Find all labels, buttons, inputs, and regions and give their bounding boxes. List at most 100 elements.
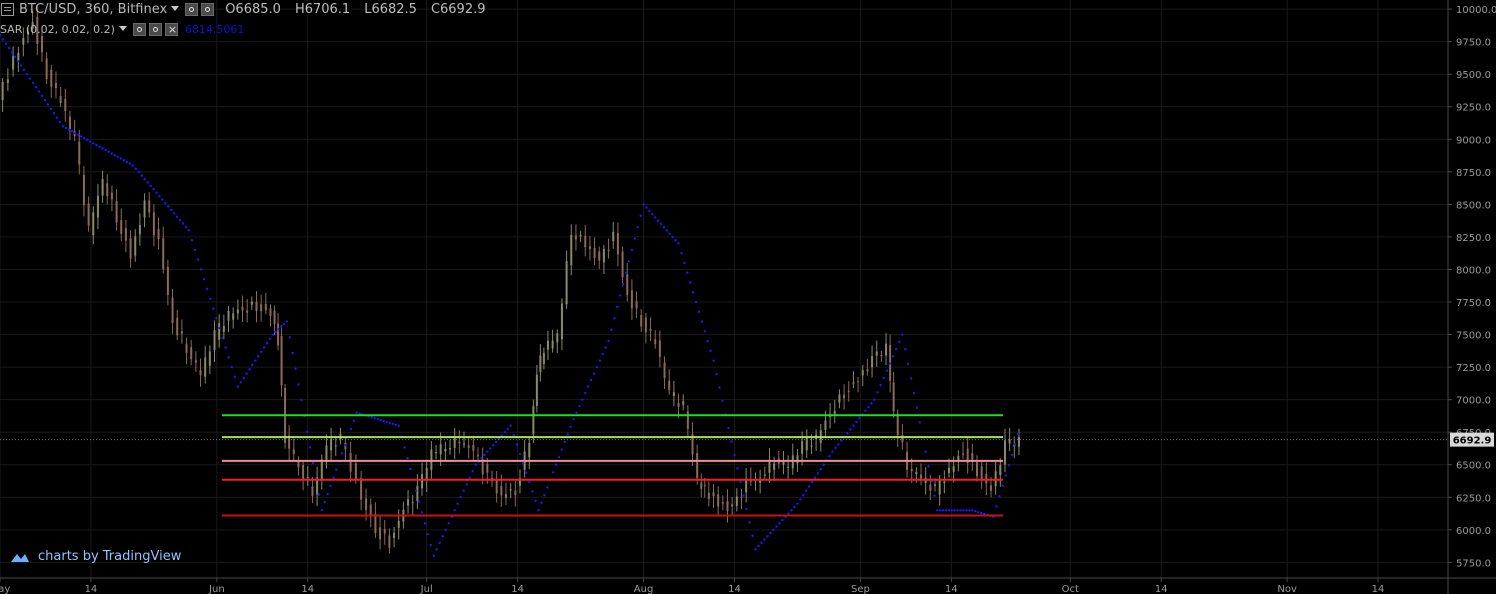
candle-body [194, 360, 197, 363]
candle-body [644, 317, 647, 333]
price-chart[interactable]: 5750.06000.06250.06500.06750.07000.07250… [0, 0, 1496, 594]
sar-point [712, 359, 715, 362]
sar-point [703, 330, 706, 333]
sar-point [898, 340, 901, 343]
sar-point [40, 94, 44, 98]
sar-point [683, 261, 686, 265]
sar-point [158, 194, 161, 198]
candle-body [1, 82, 4, 101]
sar-point [904, 348, 907, 351]
watermark-text: charts by TradingView [38, 549, 182, 564]
sar-point [187, 229, 191, 232]
candle-body [579, 234, 582, 237]
candle-body [379, 527, 382, 540]
candle-body [796, 455, 799, 464]
sar-point [909, 377, 913, 380]
candle-body [213, 330, 216, 351]
sar-point [915, 406, 919, 409]
sar-point [70, 130, 74, 133]
sar-settings-icon[interactable] [132, 23, 146, 36]
candle-body [236, 309, 239, 314]
open-value: O6685.0 [225, 2, 281, 17]
candle-body [880, 354, 883, 357]
candle-body [975, 462, 978, 477]
settings-icon[interactable] [185, 3, 199, 16]
candle-body [421, 474, 424, 489]
symbol-label[interactable]: BTC/USD, 360, Bitfinex [19, 2, 167, 17]
sar-point [122, 159, 125, 162]
sar-point [512, 433, 515, 437]
sar-point [793, 505, 796, 509]
candle-body [365, 498, 368, 511]
sar-point [385, 420, 388, 424]
candle-body [439, 444, 442, 455]
sar-point [668, 232, 671, 235]
sar-point [736, 467, 739, 470]
sar-point [236, 385, 240, 388]
sar-dropdown-icon[interactable] [118, 26, 127, 31]
sar-point [58, 120, 62, 124]
candle-body [435, 452, 438, 454]
sar-label[interactable]: SAR (0.02, 0.02, 0.2) [0, 23, 115, 36]
candle-body [477, 455, 480, 457]
sar-point [775, 525, 778, 528]
y-tick-label: 7000.0 [1456, 396, 1491, 407]
sar-point [199, 268, 203, 271]
y-tick-label: 8250.0 [1456, 233, 1491, 244]
sar-point [257, 355, 260, 358]
sar-point [924, 450, 927, 453]
y-tick-label: 8500.0 [1456, 200, 1491, 211]
sar-point [483, 453, 486, 457]
candle-body [166, 266, 169, 295]
sar-point [16, 59, 20, 63]
symbol-legend: BTC/USD, 360, Bitfinex O6685.0 H6706.1 L… [0, 2, 492, 17]
sar-point [651, 212, 654, 216]
candle-body [148, 200, 151, 213]
sar-point [885, 369, 889, 372]
sar-point [730, 440, 733, 443]
sar-point [941, 509, 945, 512]
candle-body [885, 343, 888, 356]
sar-point [503, 430, 507, 434]
sar-point [601, 352, 604, 356]
sar-point [471, 470, 474, 473]
sar-point [206, 287, 209, 291]
candle-body [388, 535, 391, 548]
candle-body [861, 370, 864, 376]
tradingview-watermark[interactable]: charts by TradingView [10, 549, 181, 564]
candle-body [185, 343, 188, 353]
sar-point [796, 502, 799, 505]
sar-point [34, 86, 38, 89]
sar-point [391, 422, 394, 426]
sar-point [604, 346, 607, 349]
candle-body [915, 471, 918, 475]
sar-point [274, 330, 277, 334]
candle-body [106, 183, 109, 197]
candle-body [574, 235, 577, 240]
sar-point [382, 419, 385, 423]
sar-point [552, 471, 555, 474]
symbol-dropdown-icon[interactable] [171, 6, 180, 11]
visibility-icon[interactable] [201, 3, 215, 16]
candle-body [40, 36, 43, 53]
sar-point [834, 446, 837, 450]
sar-point [933, 494, 936, 497]
candle-body [598, 251, 601, 261]
sar-point [73, 131, 77, 135]
candle-body [277, 323, 280, 346]
sar-visibility-icon[interactable] [148, 23, 162, 36]
candle-body [989, 485, 992, 491]
sar-point [586, 385, 590, 388]
sar-point [196, 258, 200, 261]
sar-point [1, 38, 5, 41]
candle-body [397, 520, 400, 528]
candle-body [45, 58, 48, 80]
sar-point [633, 237, 637, 240]
menu-icon[interactable] [1, 3, 14, 16]
candle-body [134, 236, 137, 256]
sar-point [882, 376, 885, 380]
sar-point [409, 467, 412, 471]
sar-remove-icon[interactable] [164, 23, 178, 36]
candle-body [143, 200, 146, 218]
sar-point [998, 494, 1001, 498]
